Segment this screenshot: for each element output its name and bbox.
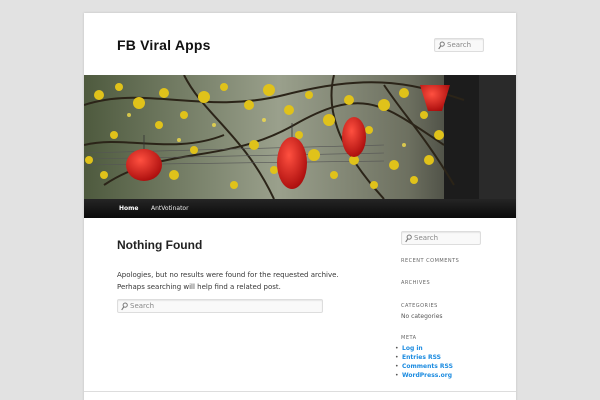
entries-rss-link[interactable]: Entries RSS [402,354,441,361]
content-search-placeholder: Search [130,302,155,310]
sidebar-search-placeholder: Search [414,234,439,242]
list-item: Log in [395,344,453,353]
search-icon [405,234,412,243]
search-icon [121,302,128,311]
footer-divider [84,391,516,392]
page-container: FB Viral Apps Search Home AntVotinator N… [84,13,516,400]
content-search-input[interactable]: Search [117,299,323,313]
sidebar-search-input[interactable]: Search [401,231,481,245]
page-title: Nothing Found [117,238,203,252]
login-link[interactable]: Log in [402,345,423,352]
wordpress-org-link[interactable]: WordPress.org [402,372,452,379]
list-item: WordPress.org [395,371,453,380]
search-icon [438,41,445,50]
header-search-placeholder: Search [447,41,472,49]
meta-heading: META [401,335,417,341]
header-banner-image[interactable] [84,75,516,199]
archives-heading: ARCHIVES [401,280,431,286]
categories-heading: CATEGORIES [401,303,438,309]
recent-comments-heading: RECENT COMMENTS [401,258,460,264]
comments-rss-link[interactable]: Comments RSS [402,363,453,370]
main-navigation: Home AntVotinator [84,199,516,218]
no-results-message: Apologies, but no results were found for… [117,271,339,291]
nav-item-home[interactable]: Home [111,199,146,218]
meta-links-list: Log in Entries RSS Comments RSS WordPres… [395,344,453,380]
site-title[interactable]: FB Viral Apps [117,37,211,53]
nav-item-antvotinator[interactable]: AntVotinator [143,199,197,218]
header-search-input[interactable]: Search [434,38,484,52]
list-item: Entries RSS [395,353,453,362]
banner-photo [84,75,516,199]
list-item: Comments RSS [395,362,453,371]
categories-empty-text: No categories [401,313,443,320]
